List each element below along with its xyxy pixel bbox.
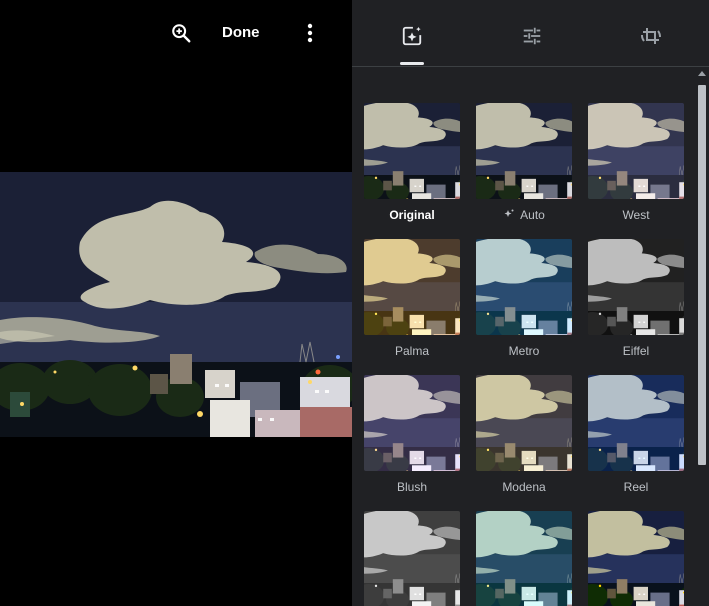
filter-label: Palma (364, 343, 460, 359)
filter-label-text: West (622, 208, 650, 222)
scroll-thumb[interactable] (698, 85, 706, 465)
crop-rotate-icon (641, 28, 661, 44)
filter-option[interactable]: West (588, 103, 684, 223)
active-tab-indicator (400, 62, 424, 65)
filter-option[interactable]: Original (364, 103, 460, 223)
filter-option[interactable]: Modena (476, 375, 572, 495)
filter-option[interactable]: Reel (588, 375, 684, 495)
main-photo (0, 172, 352, 437)
filter-label: Metro (476, 343, 572, 359)
filter-label-text: Reel (623, 480, 649, 494)
filter-label: Original (364, 207, 460, 223)
more-vert-icon[interactable] (297, 20, 323, 46)
filter-label-text: Palma (394, 344, 429, 358)
filter-label-text: Auto (520, 208, 545, 222)
done-button[interactable]: Done (222, 24, 260, 41)
filter-label: Eiffel (588, 343, 684, 359)
tune-icon (523, 27, 541, 45)
scrollbar[interactable] (695, 67, 709, 606)
filter-thumbnail (476, 375, 572, 471)
filter-label: West (588, 207, 684, 223)
filter-label-text: Metro (508, 344, 540, 358)
filter-option[interactable] (364, 511, 460, 606)
filter-label-text: Blush (396, 480, 428, 494)
edit-panel: Original Auto West Palma Metro Eiffel Blush Mod… (352, 0, 709, 606)
filter-thumbnail (588, 239, 684, 335)
top-toolbar: Done (0, 0, 352, 68)
filter-label-text: Modena (502, 480, 546, 494)
scroll-up-arrow[interactable] (698, 71, 706, 76)
photo-filter-icon (402, 26, 422, 46)
filter-thumbnail (588, 103, 684, 199)
filter-grid: Original Auto West Palma Metro Eiffel Blush Mod… (352, 67, 694, 606)
filter-thumbnail (364, 239, 460, 335)
filter-thumbnail (476, 103, 572, 199)
filter-thumbnail (364, 103, 460, 199)
filter-thumbnail (588, 375, 684, 471)
filter-option[interactable]: Palma (364, 239, 460, 359)
filter-thumbnail (588, 511, 684, 606)
filter-option[interactable] (476, 511, 572, 606)
filter-thumbnail (476, 511, 572, 606)
filter-option[interactable] (588, 511, 684, 606)
filter-label: Blush (364, 479, 460, 495)
filter-label: Modena (476, 479, 572, 495)
filter-option[interactable]: Eiffel (588, 239, 684, 359)
photo-viewer: Done (0, 0, 352, 606)
filter-label-text: Original (389, 208, 435, 222)
filter-label: Reel (588, 479, 684, 495)
edit-tabs (352, 0, 709, 67)
filter-label-text: Eiffel (622, 344, 650, 358)
tab-filters[interactable] (392, 16, 432, 56)
filter-thumbnail (476, 239, 572, 335)
filter-thumbnail (364, 511, 460, 606)
filter-option[interactable]: Blush (364, 375, 460, 495)
filter-option[interactable]: Auto (476, 103, 572, 223)
tab-crop[interactable] (631, 16, 671, 56)
tab-adjust[interactable] (512, 16, 552, 56)
zoom-in-icon[interactable] (168, 20, 194, 46)
filter-label: Auto (476, 207, 572, 223)
filter-thumbnail (364, 375, 460, 471)
auto-sparkle-icon (503, 208, 520, 222)
filter-option[interactable]: Metro (476, 239, 572, 359)
